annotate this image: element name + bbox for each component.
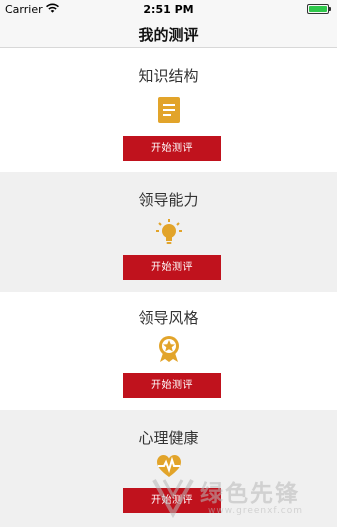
- start-assessment-button[interactable]: 开始测评: [123, 255, 221, 280]
- lightbulb-icon: [155, 219, 182, 244]
- section-leadership-style: 领导风格 开始测评: [0, 292, 337, 410]
- section-leadership-ability: 领导能力 开始测评: [0, 172, 337, 292]
- start-assessment-button[interactable]: 开始测评: [123, 373, 221, 398]
- section-title: 心理健康: [138, 429, 199, 447]
- start-assessment-button[interactable]: 开始测评: [123, 488, 221, 513]
- document-icon: [157, 97, 180, 123]
- battery-icon: [307, 4, 331, 14]
- section-knowledge-structure: 知识结构 开始测评: [0, 48, 337, 172]
- medal-icon: [158, 336, 179, 362]
- heart-pulse-icon: [156, 455, 181, 477]
- page-title: 我的测评: [138, 26, 199, 44]
- section-mental-health: 心理健康 开始测评: [0, 410, 337, 527]
- clock: 2:51 PM: [143, 3, 194, 16]
- start-assessment-button[interactable]: 开始测评: [123, 136, 221, 161]
- navigation-bar: 我的测评: [0, 18, 337, 48]
- status-bar: Carrier 2:51 PM: [0, 0, 337, 18]
- section-title: 领导能力: [138, 191, 199, 209]
- screen: Carrier 2:51 PM 我的测评 知识结构 开始测评 领导能力 开始测评…: [0, 0, 337, 527]
- section-title: 知识结构: [138, 67, 199, 85]
- section-title: 领导风格: [138, 309, 199, 327]
